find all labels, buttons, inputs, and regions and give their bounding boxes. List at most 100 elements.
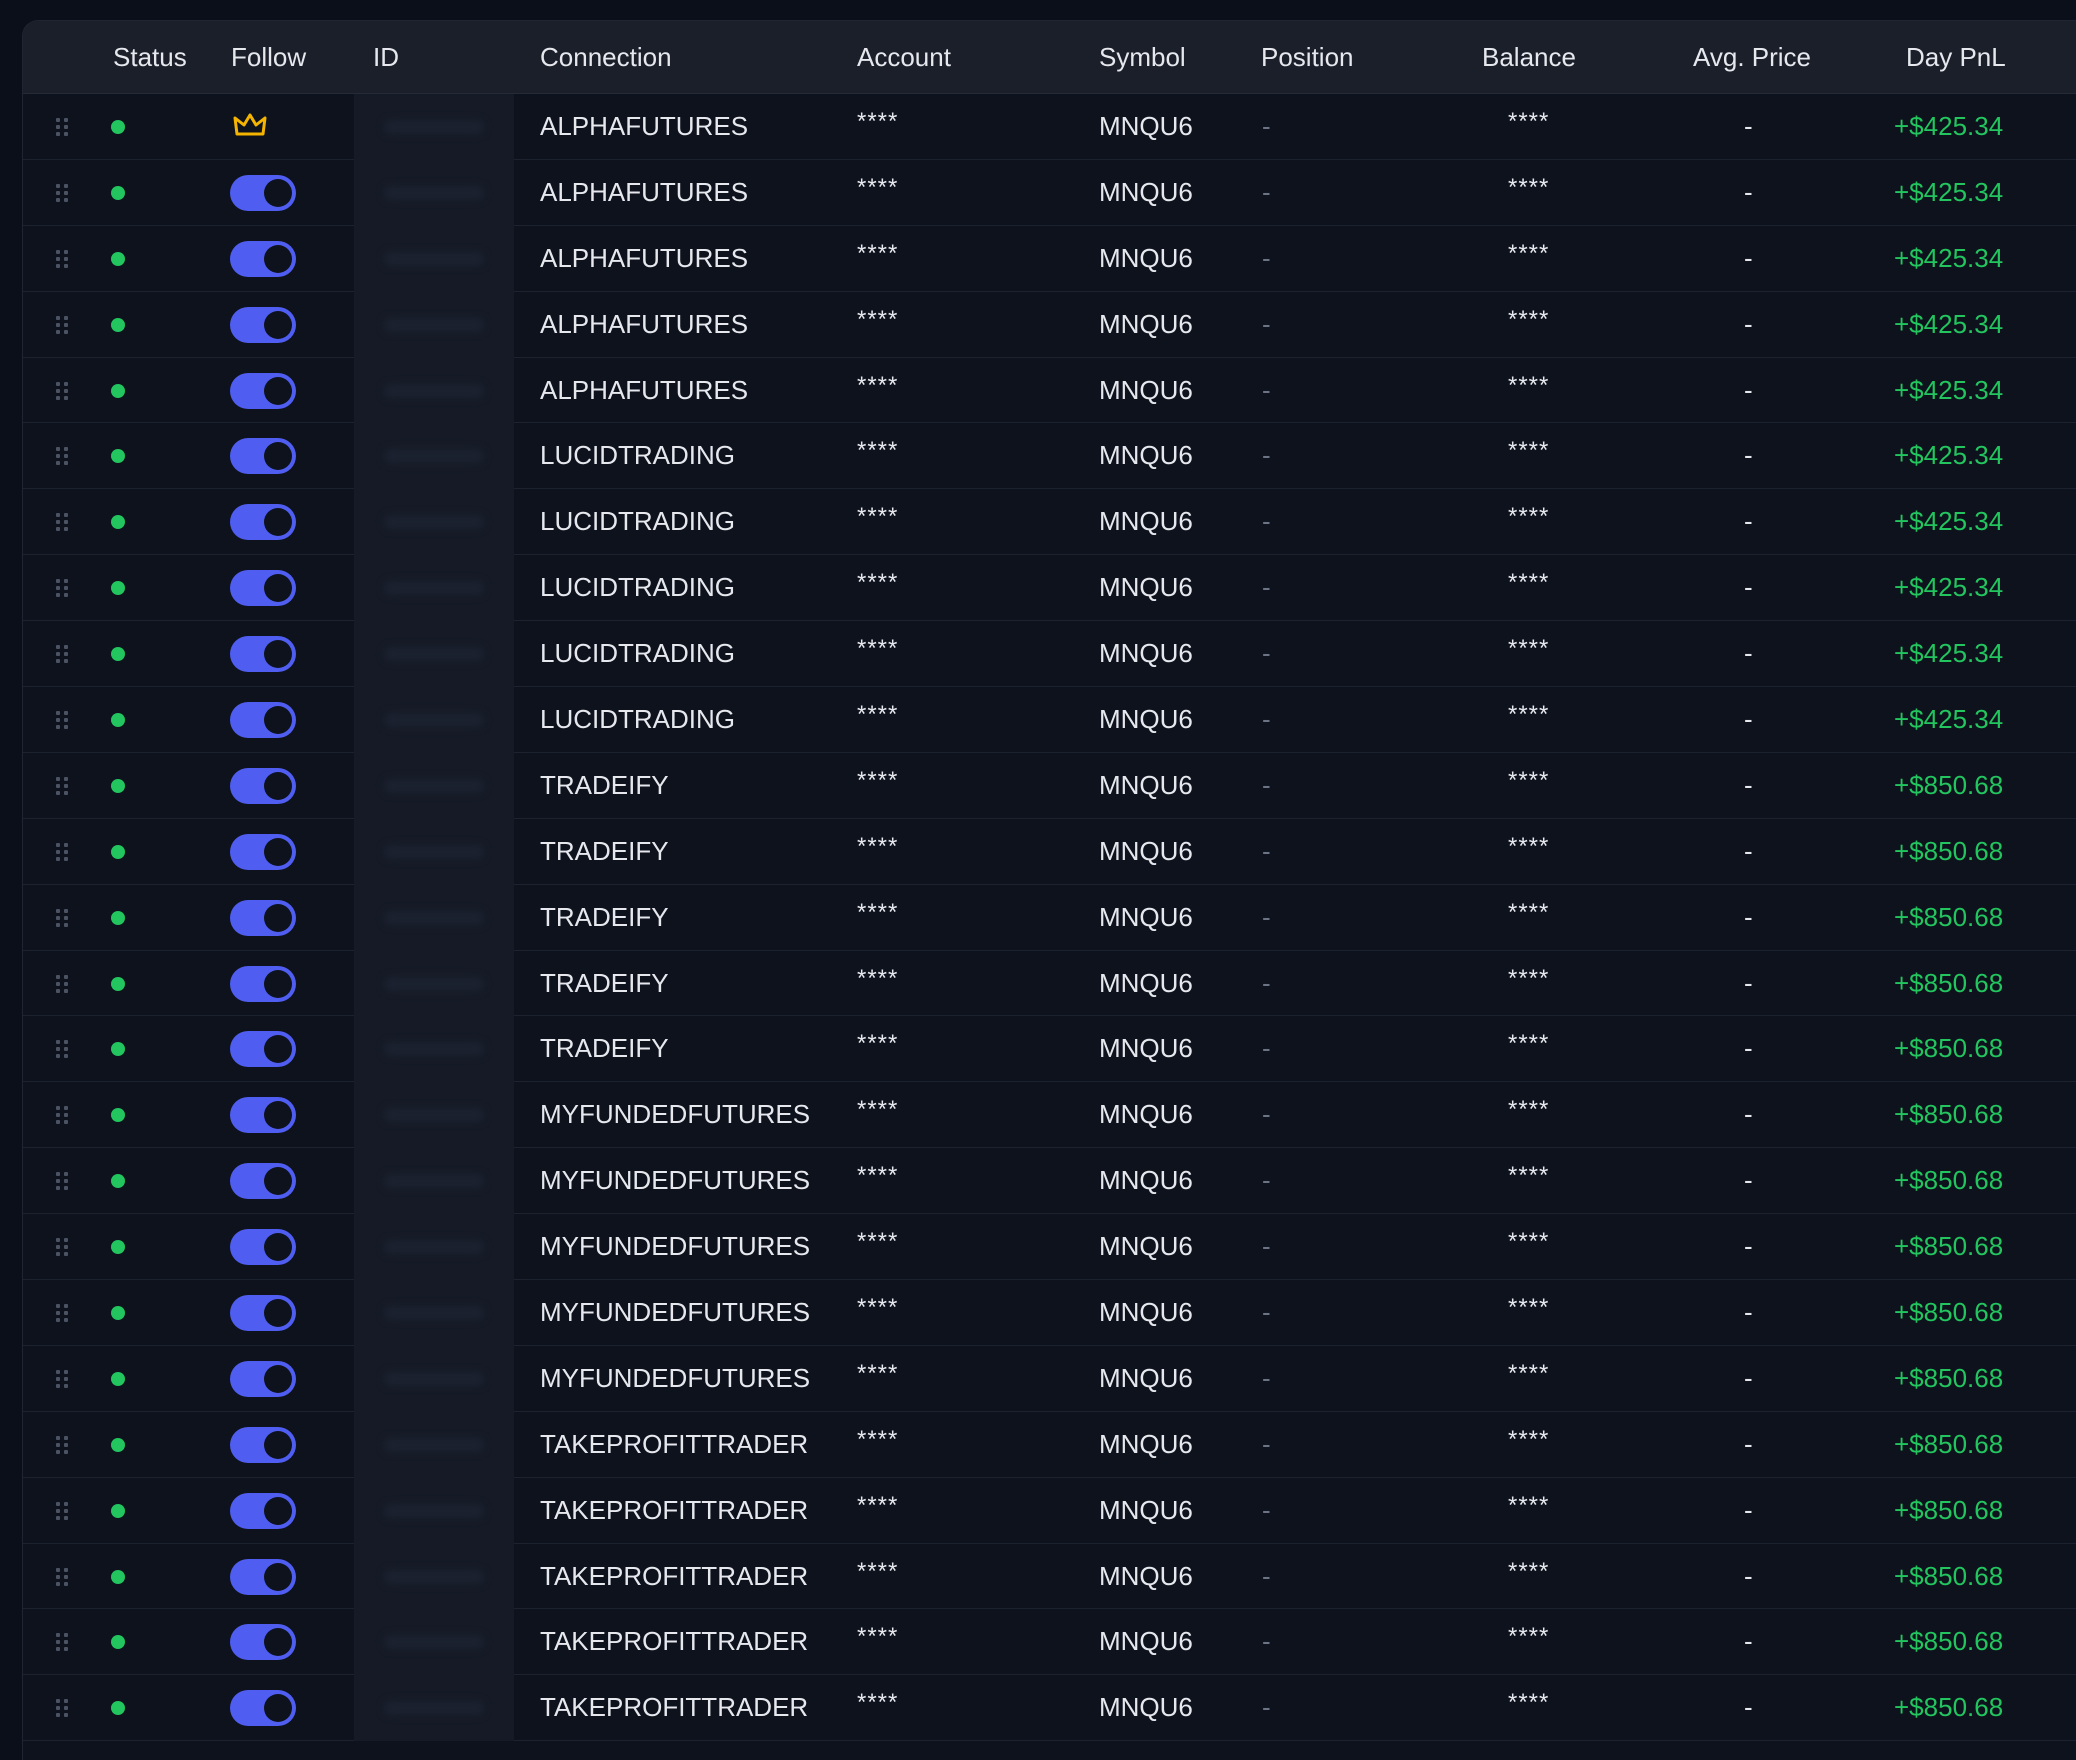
table-row[interactable]: TRADEIFY **** MNQU6 - **** - +$850.68 (23, 884, 2076, 951)
follow-toggle[interactable] (230, 438, 296, 475)
drag-handle-icon[interactable] (56, 447, 68, 467)
table-row[interactable]: LUCIDTRADING **** MNQU6 - **** - +$425.3… (23, 687, 2076, 753)
drag-handle-icon[interactable] (56, 1567, 68, 1588)
id-cell (354, 752, 514, 819)
drag-handle-icon[interactable] (56, 1106, 68, 1126)
follow-toggle[interactable] (230, 1295, 296, 1332)
day-pnl-cell: +$850.68 (1894, 1494, 2004, 1525)
drag-handle-icon[interactable] (56, 381, 68, 402)
drag-handle-icon[interactable] (56, 1369, 68, 1390)
drag-handle-icon[interactable] (56, 1238, 68, 1258)
follow-toggle[interactable] (230, 504, 296, 541)
table-row[interactable]: ALPHAFUTURES **** MNQU6 - **** - +$425.3… (23, 291, 2076, 358)
column-header-status[interactable]: Status (113, 21, 187, 94)
drag-handle-icon[interactable] (56, 974, 68, 995)
table-row[interactable]: LUCIDTRADING **** MNQU6 - **** - +$425.3… (23, 489, 2076, 556)
id-cell (354, 94, 514, 160)
follow-toggle[interactable] (230, 1492, 296, 1529)
drag-handle-icon[interactable] (56, 1633, 68, 1653)
table-row[interactable]: TAKEPROFITTRADER **** MNQU6 - **** - +$8… (23, 1411, 2076, 1478)
table-row[interactable]: ALPHAFUTURES **** MNQU6 - **** - +$425.3… (23, 159, 2076, 226)
symbol-cell: MNQU6 (1099, 1297, 1193, 1328)
column-header-avg-price[interactable]: Avg. Price (1693, 21, 1811, 94)
table-row[interactable]: TAKEPROFITTRADER **** MNQU6 - **** - +$8… (23, 1675, 2076, 1742)
table-row[interactable]: TRADEIFY **** MNQU6 - **** - +$850.68 (23, 752, 2076, 819)
drag-handle-icon[interactable] (56, 1699, 68, 1719)
follow-toggle[interactable] (230, 1558, 296, 1595)
column-header-account[interactable]: Account (857, 21, 951, 94)
follow-toggle[interactable] (230, 702, 296, 739)
follow-toggle[interactable] (230, 240, 296, 277)
table-row[interactable]: LUCIDTRADING **** MNQU6 - **** - +$425.3… (23, 555, 2076, 622)
table-row[interactable]: ALPHAFUTURES **** MNQU6 - **** - +$425.3… (23, 225, 2076, 292)
drag-handle-icon[interactable] (56, 1304, 68, 1324)
drag-handle-icon[interactable] (56, 315, 68, 336)
column-header-day-pnl[interactable]: Day PnL (1906, 21, 2006, 94)
follow-toggle[interactable] (230, 1229, 296, 1266)
table-row[interactable]: MYFUNDEDFUTURES **** MNQU6 - **** - +$85… (23, 1345, 2076, 1412)
column-header-balance[interactable]: Balance (1482, 21, 1576, 94)
follow-toggle[interactable] (230, 833, 296, 870)
follow-toggle[interactable] (230, 306, 296, 343)
balance-cell: **** (1508, 635, 1550, 663)
follow-toggle[interactable] (230, 1163, 296, 1200)
follow-toggle[interactable] (230, 899, 296, 936)
follow-toggle[interactable] (230, 1360, 296, 1397)
table-row[interactable]: MYFUNDEDFUTURES **** MNQU6 - **** - +$85… (23, 1214, 2076, 1281)
follow-toggle[interactable] (230, 174, 296, 211)
status-dot-icon (111, 910, 125, 925)
column-header-id[interactable]: ID (373, 21, 399, 94)
table-row[interactable]: TRADEIFY **** MNQU6 - **** - +$850.68 (23, 950, 2076, 1017)
column-header-connection[interactable]: Connection (540, 21, 672, 94)
drag-handle-icon[interactable] (56, 249, 68, 270)
toggle-knob (264, 1694, 292, 1723)
account-cell: **** (857, 1491, 899, 1519)
balance-cell: **** (1508, 371, 1550, 399)
day-pnl-cell: +$850.68 (1894, 967, 2004, 998)
table-row[interactable]: ALPHAFUTURES **** MNQU6 - **** - +$425.3… (23, 94, 2076, 160)
follow-toggle[interactable] (230, 1031, 296, 1068)
follow-toggle[interactable] (230, 636, 296, 673)
table-row[interactable]: TAKEPROFITTRADER **** MNQU6 - **** - +$8… (23, 1609, 2076, 1676)
follow-toggle[interactable] (230, 965, 296, 1002)
drag-handle-icon[interactable] (56, 1172, 68, 1192)
column-header-follow[interactable]: Follow (231, 21, 306, 94)
follow-toggle[interactable] (230, 570, 296, 607)
table-row[interactable]: MYFUNDEDFUTURES **** MNQU6 - **** - +$85… (23, 1280, 2076, 1346)
drag-handle-icon[interactable] (56, 908, 68, 929)
symbol-cell: MNQU6 (1099, 1165, 1193, 1196)
drag-handle-icon[interactable] (56, 645, 68, 665)
avg-price-cell: - (1744, 176, 1753, 207)
table-row[interactable]: LUCIDTRADING **** MNQU6 - **** - +$425.3… (23, 621, 2076, 688)
follow-toggle[interactable] (230, 1097, 296, 1134)
table-row[interactable]: MYFUNDEDFUTURES **** MNQU6 - **** - +$85… (23, 1082, 2076, 1149)
drag-handle-icon[interactable] (56, 513, 68, 533)
follow-toggle[interactable] (230, 1624, 296, 1661)
table-row[interactable]: TRADEIFY **** MNQU6 - **** - +$850.68 (23, 1016, 2076, 1083)
table-row[interactable]: TAKEPROFITTRADER **** MNQU6 - **** - +$8… (23, 1543, 2076, 1610)
drag-handle-icon[interactable] (56, 579, 68, 599)
drag-handle-icon[interactable] (56, 776, 68, 797)
table-row[interactable]: TAKEPROFITTRADER **** MNQU6 - **** - +$8… (23, 1477, 2076, 1544)
drag-handle-icon[interactable] (56, 183, 68, 204)
table-row[interactable]: TRADEIFY **** MNQU6 - **** - +$850.68 (23, 818, 2076, 885)
drag-handle-icon[interactable] (56, 711, 68, 731)
id-redacted (384, 778, 484, 793)
follow-toggle[interactable] (230, 372, 296, 409)
drag-handle-icon[interactable] (56, 118, 68, 138)
table-row[interactable]: MYFUNDEDFUTURES **** MNQU6 - **** - +$85… (23, 1148, 2076, 1215)
drag-handle-icon[interactable] (56, 1040, 68, 1060)
toggle-knob (264, 706, 292, 735)
column-header-position[interactable]: Position (1261, 21, 1354, 94)
column-header-symbol[interactable]: Symbol (1099, 21, 1186, 94)
table-row[interactable]: ALPHAFUTURES **** MNQU6 - **** - +$425.3… (23, 357, 2076, 424)
table-header: Status Follow ID Connection Account Symb… (23, 21, 2076, 94)
follow-toggle[interactable] (230, 767, 296, 804)
drag-handle-icon[interactable] (56, 1501, 68, 1522)
follow-toggle[interactable] (230, 1426, 296, 1463)
id-redacted (384, 251, 484, 266)
table-row[interactable]: LUCIDTRADING **** MNQU6 - **** - +$425.3… (23, 423, 2076, 490)
drag-handle-icon[interactable] (56, 1435, 68, 1456)
drag-handle-icon[interactable] (56, 842, 68, 863)
follow-toggle[interactable] (230, 1690, 296, 1727)
